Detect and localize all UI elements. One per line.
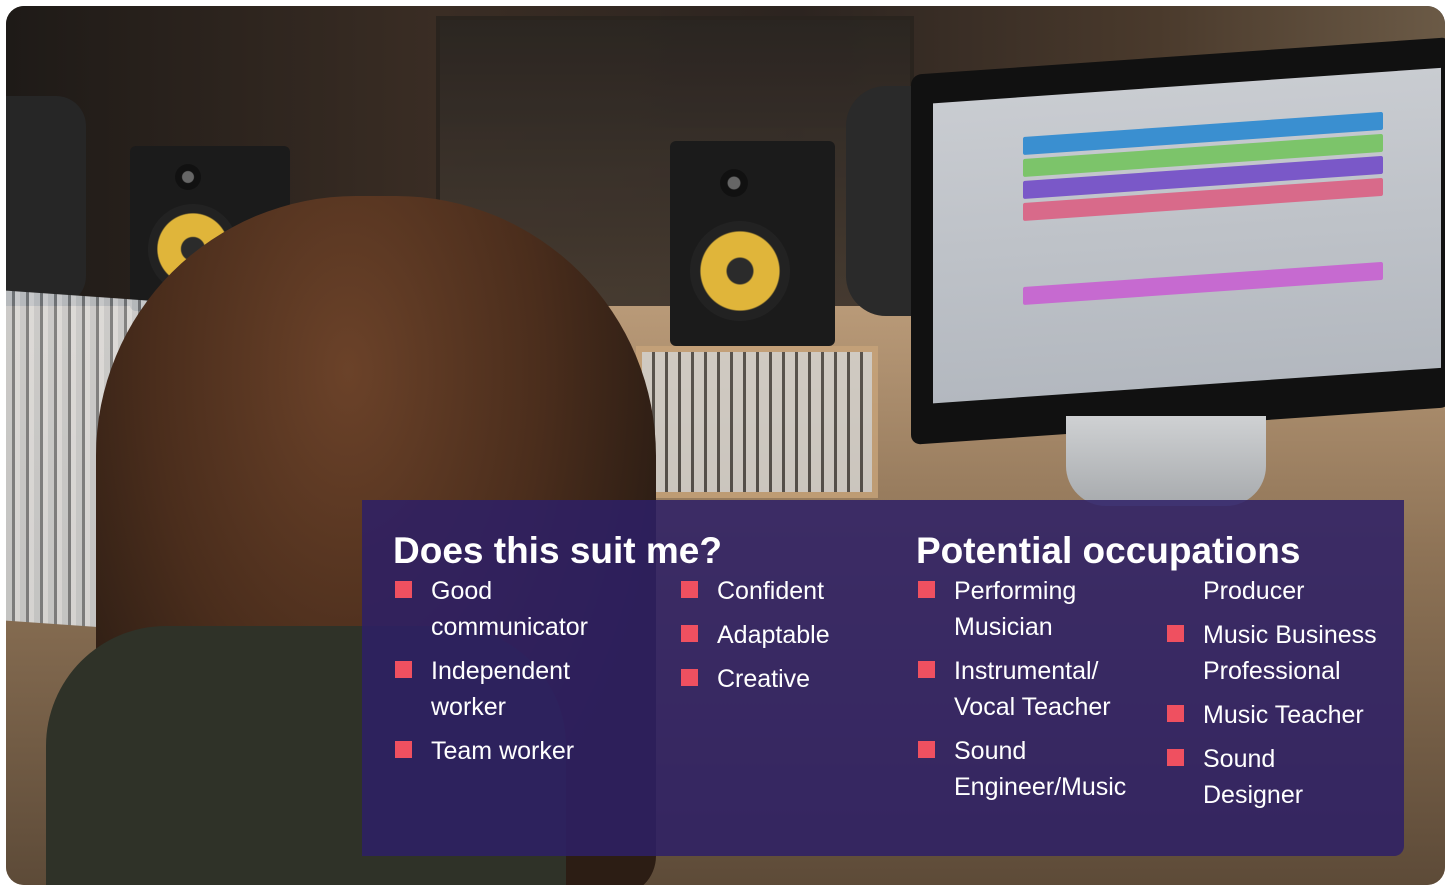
speaker-far-left <box>6 96 86 306</box>
list-item: Music Teacher <box>1167 697 1397 733</box>
bullet-square-icon <box>918 661 935 678</box>
list-item-text: Instrumental/ Vocal Teacher <box>954 657 1111 721</box>
list-item-text: Adaptable <box>717 621 830 649</box>
suitability-list-col1: Good communicator Independent worker Tea… <box>395 573 645 777</box>
list-item: Independent worker <box>395 653 645 725</box>
list-item-text: Performing Musician <box>954 577 1077 641</box>
list-item: Team worker <box>395 733 645 769</box>
speaker-tweeter <box>720 169 748 197</box>
bullet-square-icon <box>681 581 698 598</box>
suitability-list-col2: Confident Adaptable Creative <box>681 573 881 705</box>
waveform-track <box>1023 261 1383 306</box>
bullet-square-icon <box>395 741 412 758</box>
bullet-square-icon <box>918 741 935 758</box>
list-item-text: Team worker <box>431 737 575 765</box>
monitor-stand <box>1066 416 1266 506</box>
bullet-square-icon <box>681 625 698 642</box>
suitability-heading: Does this suit me? <box>393 530 722 571</box>
bullet-square-icon <box>395 661 412 678</box>
occupations-heading: Potential occupations <box>916 530 1301 571</box>
speaker-center <box>670 141 835 346</box>
daw-screen <box>933 67 1441 404</box>
list-item: Creative <box>681 661 881 697</box>
speaker-tweeter <box>175 164 201 190</box>
list-item-text: Producer <box>1203 577 1305 605</box>
list-item: Confident <box>681 573 881 609</box>
list-item-text: Good communicator <box>431 577 588 641</box>
computer-monitor <box>911 37 1445 445</box>
list-item-text: Music Business Professional <box>1203 621 1377 685</box>
list-item: Good communicator <box>395 573 645 645</box>
list-item-continuation: Producer <box>1167 573 1397 609</box>
outboard-rack <box>636 346 878 498</box>
list-item-text: Music Teacher <box>1203 701 1364 729</box>
speaker-cone <box>690 221 790 321</box>
bullet-square-icon <box>918 581 935 598</box>
list-item-text: Sound Designer <box>1203 745 1304 809</box>
occupations-list-col1: Performing Musician Instrumental/ Vocal … <box>918 573 1158 813</box>
list-item: Music Business Professional <box>1167 617 1397 689</box>
list-item-text: Sound Engineer/Music <box>954 737 1127 801</box>
list-item: Sound Designer <box>1167 741 1397 813</box>
list-item: Performing Musician <box>918 573 1158 645</box>
info-panel: Does this suit me? Good communicator Ind… <box>362 500 1404 856</box>
bullet-square-icon <box>1167 749 1184 766</box>
list-item-text: Creative <box>717 665 811 693</box>
list-item: Sound Engineer/Music <box>918 733 1158 805</box>
list-item: Adaptable <box>681 617 881 653</box>
list-item-text: Confident <box>717 577 825 605</box>
bullet-square-icon <box>1167 705 1184 722</box>
bullet-square-icon <box>681 669 698 686</box>
list-item-text: Independent worker <box>431 657 571 721</box>
bullet-square-icon <box>395 581 412 598</box>
occupations-list-col2: Producer Music Business Professional Mus… <box>1167 573 1397 821</box>
bullet-square-icon <box>1167 625 1184 642</box>
list-item: Instrumental/ Vocal Teacher <box>918 653 1158 725</box>
